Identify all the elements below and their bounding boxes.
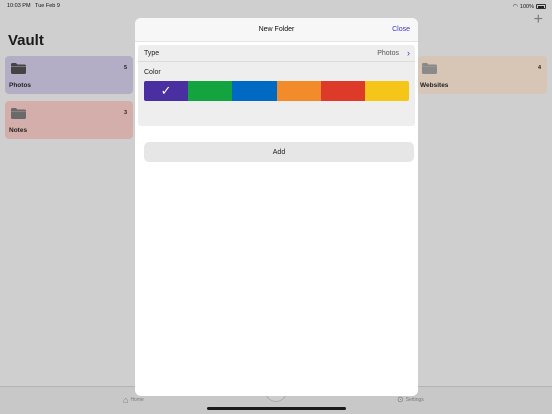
settings-icon: ⊙ [397, 395, 404, 404]
tab-settings[interactable]: ⊙ Settings [397, 395, 424, 404]
battery-icon [536, 4, 546, 9]
status-date: Tue Feb 9 [35, 3, 60, 9]
battery-percent: 100% [519, 3, 534, 10]
new-folder-modal: New Folder Close Type Photos › Color ✓ A… [135, 18, 418, 396]
page-title: Vault [8, 32, 44, 49]
folder-tile-photos[interactable]: 5 Photos [5, 56, 133, 94]
chevron-right-icon: › [407, 48, 410, 58]
folder-label: Websites [420, 82, 449, 89]
close-button[interactable]: Close [392, 26, 410, 33]
folder-count: 3 [123, 110, 127, 116]
type-value: Photos [377, 50, 399, 57]
color-swatch[interactable] [276, 81, 321, 101]
color-swatch[interactable] [364, 81, 409, 101]
add-button[interactable]: Add [144, 142, 414, 162]
tab-settings-label: Settings [405, 396, 424, 403]
type-label: Type [144, 50, 160, 57]
status-time: 10:03 PM [7, 3, 31, 9]
color-swatch[interactable]: ✓ [144, 81, 189, 101]
modal-header: New Folder Close [135, 18, 418, 42]
house-icon: ⌂ [123, 395, 129, 405]
add-folder-icon[interactable]: + [534, 11, 543, 29]
folder-tile-notes[interactable]: 3 Notes [5, 101, 133, 139]
folder-label: Notes [9, 127, 28, 134]
checkmark-icon: ✓ [160, 83, 172, 98]
type-row[interactable]: Type Photos › [138, 45, 415, 62]
folder-icon [422, 63, 437, 74]
tab-home-label: Home [130, 397, 144, 403]
color-swatch[interactable] [320, 81, 365, 101]
folder-count: 5 [123, 65, 127, 71]
folder-icon [11, 63, 26, 74]
color-label: Color [144, 69, 161, 76]
color-picker: ✓ [144, 81, 409, 101]
folder-form: Type Photos › Color ✓ Add [138, 45, 415, 162]
color-swatch[interactable] [188, 81, 233, 101]
tab-home[interactable]: ⌂ Home [123, 395, 144, 405]
folder-icon [11, 108, 26, 119]
folder-tile-websites[interactable]: 4 Websites [418, 56, 547, 94]
wifi-icon: ◠ [512, 4, 518, 10]
color-swatch[interactable] [232, 81, 277, 101]
modal-title: New Folder [258, 26, 295, 33]
folder-count: 4 [537, 65, 541, 71]
folder-label: Photos [9, 82, 32, 89]
home-indicator [207, 407, 346, 410]
status-bar: 10:03 PM Tue Feb 9 ◠ 100% [0, 0, 552, 12]
